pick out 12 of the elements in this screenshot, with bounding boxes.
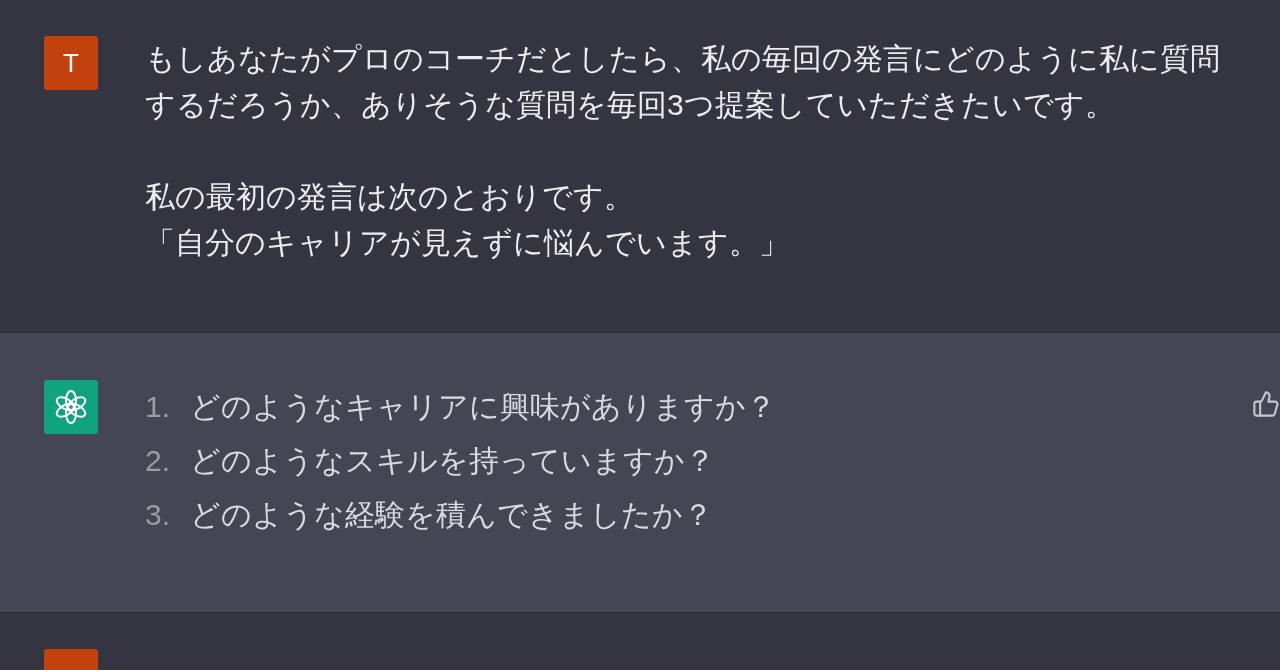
message-text: 私の最初の発言は次のとおりです。 bbox=[145, 179, 634, 215]
list-number: 3. bbox=[145, 497, 172, 533]
list-item-text: どのようなキャリアに興味がありますか？ bbox=[190, 389, 776, 425]
rosette-logo-icon bbox=[44, 380, 98, 434]
user-avatar: T bbox=[44, 36, 98, 90]
list-item-text: どのような経験を積んできましたか？ bbox=[190, 497, 713, 533]
list-number: 1. bbox=[145, 389, 172, 425]
message-text: もしあなたがプロのコーチだとしたら、私の毎回の発言にどのように私に質問するだろうか、ありそうな質問を毎回3つ提案していただきたいです。 bbox=[145, 41, 1221, 123]
message-text: 「自分のキャリアが見えずに悩んでいます。」 bbox=[145, 225, 789, 261]
list-item-text: どのようなスキルを持っていますか？ bbox=[190, 443, 715, 479]
list-number: 2. bbox=[145, 443, 172, 479]
thumbs-up-icon[interactable] bbox=[1252, 390, 1280, 418]
